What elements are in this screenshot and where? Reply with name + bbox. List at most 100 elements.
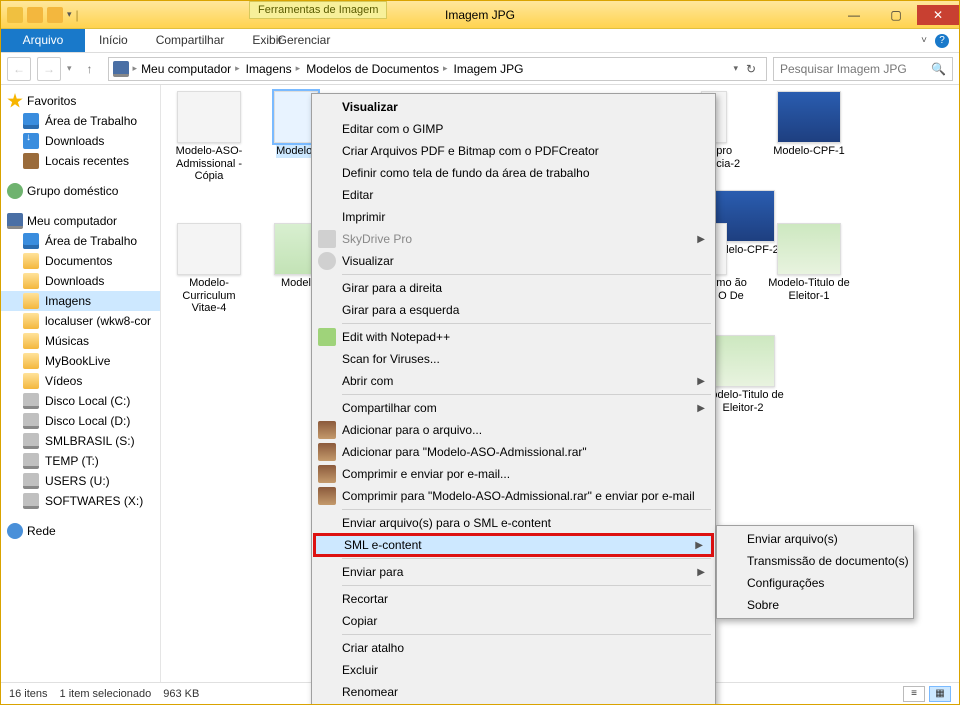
- thumbnail: [777, 223, 841, 275]
- file-item[interactable]: Modelo-ASO-Admissional - Cópia: [167, 91, 251, 183]
- sidebar-homegroup[interactable]: Grupo doméstico: [1, 181, 160, 201]
- menu-item[interactable]: Edit with Notepad++: [314, 326, 713, 348]
- menu-item[interactable]: Copiar: [314, 610, 713, 632]
- tab-file[interactable]: Arquivo: [1, 29, 85, 52]
- menu-item[interactable]: Criar atalho: [314, 637, 713, 659]
- menu-item[interactable]: Excluir: [314, 659, 713, 681]
- sidebar-comp-s[interactable]: SMLBRASIL (S:): [1, 431, 160, 451]
- address-bar[interactable]: ▸Meu computador▸ Imagens▸ Modelos de Doc…: [108, 57, 767, 81]
- sidebar-network[interactable]: Rede: [1, 521, 160, 541]
- submenu-arrow-icon: ▶: [695, 540, 703, 551]
- menu-item-label: Editar: [342, 188, 373, 202]
- thumbnail: [711, 335, 775, 387]
- menu-item[interactable]: Girar para a direita: [314, 277, 713, 299]
- menu-item-label: Recortar: [342, 592, 388, 606]
- menu-item[interactable]: Editar com o GIMP: [314, 118, 713, 140]
- network-icon: [7, 523, 23, 539]
- thumbnail: [177, 91, 241, 143]
- crumb-2[interactable]: Modelos de Documentos▸: [304, 62, 449, 76]
- sidebar-comp-mybook[interactable]: MyBookLive: [1, 351, 160, 371]
- menu-item[interactable]: Enviar para▶: [314, 561, 713, 583]
- sidebar-comp-t[interactable]: TEMP (T:): [1, 451, 160, 471]
- menu-item[interactable]: Visualizar: [314, 250, 713, 272]
- qat-properties-icon[interactable]: [47, 7, 63, 23]
- sidebar-comp-images[interactable]: Imagens: [1, 291, 160, 311]
- menu-item[interactable]: SML e-content▶: [314, 534, 713, 556]
- sidebar-comp-x[interactable]: SOFTWARES (X:): [1, 491, 160, 511]
- sidebar-fav-desktop[interactable]: Área de Trabalho: [1, 111, 160, 131]
- sidebar-comp-downloads[interactable]: Downloads: [1, 271, 160, 291]
- crumb-3[interactable]: Imagem JPG: [451, 62, 525, 76]
- qat-newfolder-icon[interactable]: [27, 7, 43, 23]
- sidebar-comp-d[interactable]: Disco Local (D:): [1, 411, 160, 431]
- folder-icon: [23, 353, 39, 369]
- menu-item-label: Enviar arquivo(s) para o SML e-content: [342, 516, 551, 530]
- menu-item[interactable]: Abrir com▶: [314, 370, 713, 392]
- menu-item[interactable]: Renomear: [314, 681, 713, 703]
- ribbon-expand-icon[interactable]: ˅: [921, 35, 927, 46]
- menu-item[interactable]: Comprimir e enviar por e-mail...: [314, 463, 713, 485]
- menu-item[interactable]: Adicionar para o arquivo...: [314, 419, 713, 441]
- view-icons-button[interactable]: ▦: [929, 686, 951, 702]
- menu-item[interactable]: Definir como tela de fundo da área de tr…: [314, 162, 713, 184]
- menu-item-label: Comprimir para "Modelo-ASO-Admissional.r…: [342, 489, 695, 503]
- menu-item[interactable]: Compartilhar com▶: [314, 397, 713, 419]
- tab-home[interactable]: Início: [85, 29, 142, 52]
- sidebar-favorites[interactable]: Favoritos: [1, 91, 160, 111]
- menu-item[interactable]: Editar: [314, 184, 713, 206]
- help-icon[interactable]: ?: [935, 34, 949, 48]
- sidebar-fav-recent[interactable]: Locais recentes: [1, 151, 160, 171]
- folder-icon: [23, 273, 39, 289]
- crumb-root[interactable]: ▸Meu computador▸: [131, 62, 242, 76]
- file-item[interactable]: Modelo-CPF-1: [767, 91, 851, 170]
- menu-item-label: Girar para a direita: [342, 281, 442, 295]
- menu-item[interactable]: Scan for Viruses...: [314, 348, 713, 370]
- qat-dropdown-icon[interactable]: ▾: [67, 9, 72, 20]
- menu-item-label: Criar Arquivos PDF e Bitmap com o PDFCre…: [342, 144, 599, 158]
- sidebar-computer[interactable]: Meu computador: [1, 211, 160, 231]
- history-dropdown-icon[interactable]: ▾: [67, 63, 72, 74]
- menu-item[interactable]: Criar Arquivos PDF e Bitmap com o PDFCre…: [314, 140, 713, 162]
- submenu-item[interactable]: Transmissão de documento(s): [719, 550, 911, 572]
- submenu-item[interactable]: Sobre: [719, 594, 911, 616]
- menu-item-label: Scan for Viruses...: [342, 352, 440, 366]
- search-box[interactable]: Pesquisar Imagem JPG 🔍: [773, 57, 953, 81]
- npp-icon: [318, 328, 336, 346]
- file-item[interactable]: Modelo-Titulo de Eleitor-1: [767, 223, 851, 315]
- submenu-item[interactable]: Enviar arquivo(s): [719, 528, 911, 550]
- sidebar-comp-u[interactable]: USERS (U:): [1, 471, 160, 491]
- view-details-button[interactable]: ≡: [903, 686, 925, 702]
- menu-item-label: Criar atalho: [342, 641, 404, 655]
- menu-item[interactable]: Adicionar para "Modelo-ASO-Admissional.r…: [314, 441, 713, 463]
- menu-item[interactable]: Recortar: [314, 588, 713, 610]
- nav-pane: Favoritos Área de Trabalho Downloads Loc…: [1, 85, 161, 682]
- sidebar-comp-videos[interactable]: Vídeos: [1, 371, 160, 391]
- forward-button[interactable]: →: [37, 57, 61, 81]
- menu-item[interactable]: Enviar arquivo(s) para o SML e-content: [314, 512, 713, 534]
- menu-item[interactable]: Visualizar: [314, 96, 713, 118]
- tab-manage[interactable]: Gerenciar: [259, 29, 349, 51]
- sidebar-comp-music[interactable]: Músicas: [1, 331, 160, 351]
- close-button[interactable]: ✕: [917, 5, 959, 25]
- sidebar-comp-documents[interactable]: Documentos: [1, 251, 160, 271]
- refresh-button[interactable]: ↻: [740, 62, 762, 76]
- sidebar-comp-desktop[interactable]: Área de Trabalho: [1, 231, 160, 251]
- menu-item[interactable]: Imprimir: [314, 206, 713, 228]
- sidebar-fav-downloads[interactable]: Downloads: [1, 131, 160, 151]
- crumb-1[interactable]: Imagens▸: [244, 62, 303, 76]
- submenu-item[interactable]: Configurações: [719, 572, 911, 594]
- address-dropdown-icon[interactable]: ▾: [733, 63, 738, 74]
- sidebar-comp-c[interactable]: Disco Local (C:): [1, 391, 160, 411]
- menu-item[interactable]: Girar para a esquerda: [314, 299, 713, 321]
- menu-item-label: Abrir com: [342, 374, 393, 388]
- sidebar-comp-localuser[interactable]: localuser (wkw8-cor: [1, 311, 160, 331]
- file-item[interactable]: Modelo-Curriculum Vitae-4: [167, 223, 251, 315]
- back-button[interactable]: ←: [7, 57, 31, 81]
- menu-item[interactable]: Comprimir para "Modelo-ASO-Admissional.r…: [314, 485, 713, 507]
- up-button[interactable]: ↑: [78, 57, 102, 81]
- disk-icon: [23, 433, 39, 449]
- minimize-button[interactable]: —: [833, 5, 875, 25]
- tab-share[interactable]: Compartilhar: [142, 29, 239, 52]
- menu-item: SkyDrive Pro▶: [314, 228, 713, 250]
- maximize-button[interactable]: ▢: [875, 5, 917, 25]
